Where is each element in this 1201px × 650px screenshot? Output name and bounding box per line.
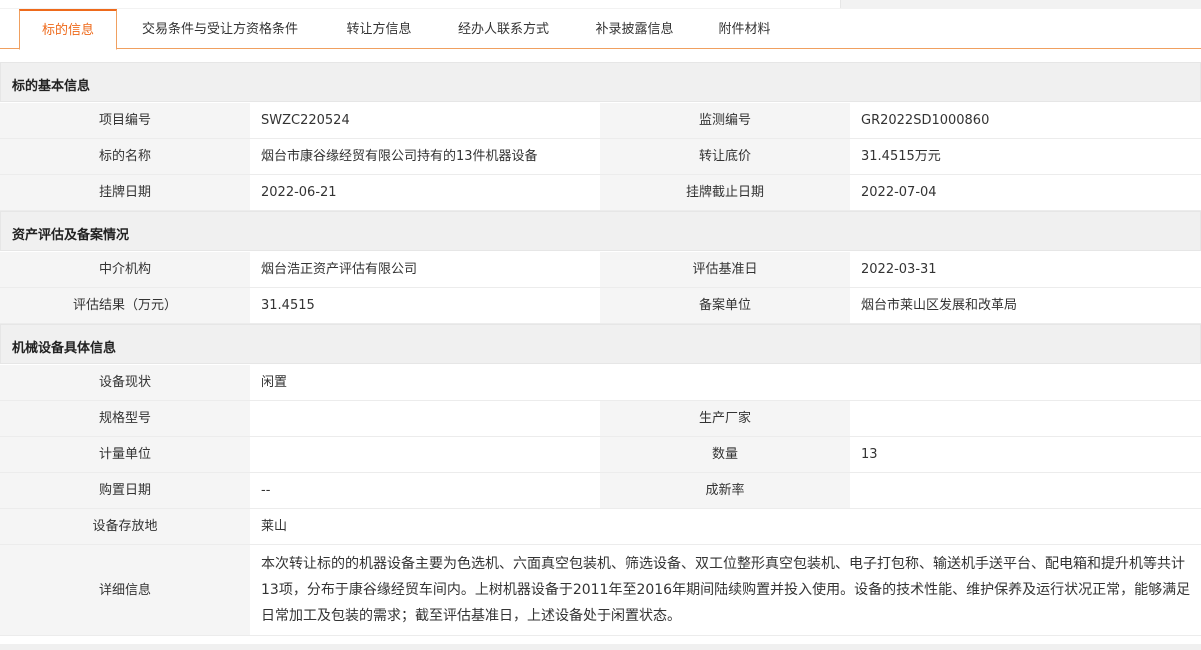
newness-label: 成新率 <box>600 473 850 509</box>
table-row: 评估结果（万元） 31.4515 备案单位 烟台市莱山区发展和改革局 <box>0 288 1201 324</box>
location-value: 莱山 <box>250 509 1201 545</box>
list-date-label: 挂牌日期 <box>0 175 250 211</box>
table-row: 中介机构 烟台浩正资产评估有限公司 评估基准日 2022-03-31 <box>0 252 1201 288</box>
reserve-price-value: 31.4515万元 <box>850 139 1201 175</box>
table-row: 购置日期 -- 成新率 <box>0 473 1201 509</box>
bottom-divider <box>0 644 1201 650</box>
section-title: 机械设备具体信息 <box>12 341 117 356</box>
reserve-price-label: 转让底价 <box>600 139 850 175</box>
project-no-value: SWZC220524 <box>250 103 600 139</box>
tab-transferor-info[interactable]: 转让方信息 <box>323 9 435 49</box>
agency-label: 中介机构 <box>0 252 250 288</box>
end-date-label: 挂牌截止日期 <box>600 175 850 211</box>
tab-contact[interactable]: 经办人联系方式 <box>435 9 572 49</box>
section-title: 资产评估及备案情况 <box>12 228 130 243</box>
list-date-value: 2022-06-21 <box>250 175 600 211</box>
newness-value <box>850 473 1201 509</box>
base-date-value: 2022-03-31 <box>850 252 1201 288</box>
filing-value: 烟台市莱山区发展和改革局 <box>850 288 1201 324</box>
table-row: 挂牌日期 2022-06-21 挂牌截止日期 2022-07-04 <box>0 175 1201 211</box>
result-value: 31.4515 <box>250 288 600 324</box>
table-row: 设备现状 闲置 <box>0 365 1201 401</box>
maker-value <box>850 401 1201 437</box>
status-value: 闲置 <box>250 365 1201 401</box>
tab-trade-conditions[interactable]: 交易条件与受让方资格条件 <box>117 9 323 49</box>
section-basic-info: 标的基本信息 <box>0 62 1201 102</box>
detail-label: 详细信息 <box>0 545 250 636</box>
table-row: 计量单位 数量 13 <box>0 437 1201 473</box>
tab-subject-info[interactable]: 标的信息 <box>19 9 117 50</box>
section-assessment: 资产评估及备案情况 <box>0 211 1201 251</box>
maker-label: 生产厂家 <box>600 401 850 437</box>
top-strip-panel <box>0 0 841 8</box>
table-row: 规格型号 生产厂家 <box>0 401 1201 437</box>
unit-label: 计量单位 <box>0 437 250 473</box>
model-value <box>250 401 600 437</box>
base-date-label: 评估基准日 <box>600 252 850 288</box>
tab-supplementary[interactable]: 补录披露信息 <box>572 9 697 49</box>
status-label: 设备现状 <box>0 365 250 401</box>
monitor-no-value: GR2022SD1000860 <box>850 103 1201 139</box>
table-row: 项目编号 SWZC220524 监测编号 GR2022SD1000860 <box>0 103 1201 139</box>
tab-bar: 标的信息 交易条件与受让方资格条件 转让方信息 经办人联系方式 补录披露信息 附… <box>0 9 1201 50</box>
agency-value: 烟台浩正资产评估有限公司 <box>250 252 600 288</box>
table-row: 设备存放地 莱山 <box>0 509 1201 545</box>
subject-name-label: 标的名称 <box>0 139 250 175</box>
end-date-value: 2022-07-04 <box>850 175 1201 211</box>
filing-label: 备案单位 <box>600 288 850 324</box>
quantity-label: 数量 <box>600 437 850 473</box>
tab-attachments[interactable]: 附件材料 <box>697 9 792 49</box>
purchase-date-label: 购置日期 <box>0 473 250 509</box>
model-label: 规格型号 <box>0 401 250 437</box>
location-label: 设备存放地 <box>0 509 250 545</box>
section-equipment: 机械设备具体信息 <box>0 324 1201 364</box>
top-strip <box>0 0 1201 9</box>
unit-value <box>250 437 600 473</box>
result-label: 评估结果（万元） <box>0 288 250 324</box>
section-title: 标的基本信息 <box>12 79 91 94</box>
purchase-date-value: -- <box>250 473 600 509</box>
project-no-label: 项目编号 <box>0 103 250 139</box>
quantity-value: 13 <box>850 437 1201 473</box>
monitor-no-label: 监测编号 <box>600 103 850 139</box>
table-row: 标的名称 烟台市康谷缘经贸有限公司持有的13件机器设备 转让底价 31.4515… <box>0 139 1201 175</box>
subject-name-value: 烟台市康谷缘经贸有限公司持有的13件机器设备 <box>250 139 600 175</box>
detail-value: 本次转让标的的机器设备主要为色选机、六面真空包装机、筛选设备、双工位整形真空包装… <box>250 545 1201 636</box>
